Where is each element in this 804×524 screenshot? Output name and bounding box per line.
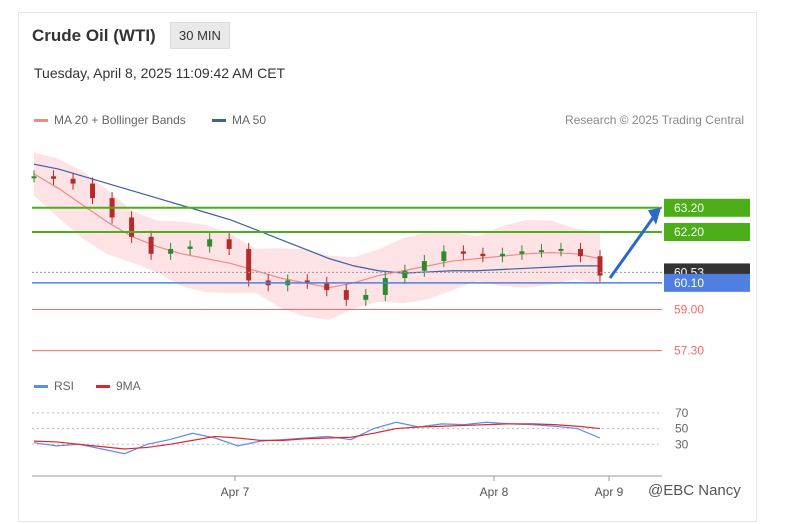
bollinger-band [34, 152, 600, 320]
candle-body [246, 248, 252, 281]
candle-body [168, 248, 174, 254]
candle-body [441, 251, 447, 262]
candle-body [343, 290, 349, 300]
rsi-tick-label: 30 [675, 437, 689, 451]
rsi-tick-label: 50 [675, 422, 689, 436]
candle-body [363, 294, 369, 300]
x-tick-label: Apr 7 [221, 485, 250, 499]
candle-body [31, 176, 37, 179]
rsi-9ma-line [33, 423, 601, 450]
level-label: 62.20 [674, 225, 704, 239]
candle-body [70, 178, 76, 184]
candle-body [148, 236, 154, 254]
x-tick-label: Apr 9 [595, 485, 624, 499]
x-tick-label: Apr 8 [480, 485, 509, 499]
watermark: @EBC Nancy [648, 482, 741, 499]
candle-body [577, 248, 583, 257]
candle-body [558, 248, 564, 251]
candle-body [51, 176, 57, 179]
level-label: 57.30 [674, 344, 704, 358]
candle-body [538, 250, 544, 253]
candle-body [480, 253, 486, 257]
level-label: 63.20 [674, 201, 704, 215]
candle-body [499, 253, 505, 257]
candle-body [90, 183, 96, 199]
level-label: 59.00 [674, 302, 704, 316]
candle-body [207, 239, 213, 247]
candle-body [129, 217, 135, 237]
candle-body [402, 270, 408, 278]
forecast-arrow [608, 214, 657, 279]
candle-body [382, 278, 388, 295]
price-chart[interactable]: 63.2062.2060.5360.1059.0057.30705030Apr … [0, 0, 804, 524]
candle-body [226, 239, 232, 249]
level-label: 60.10 [674, 276, 704, 290]
candle-body [324, 282, 330, 291]
candle-body [460, 251, 466, 254]
candle-body [421, 261, 427, 271]
rsi-tick-label: 70 [675, 406, 689, 420]
candle-body [519, 251, 525, 254]
candle-body [187, 246, 193, 249]
